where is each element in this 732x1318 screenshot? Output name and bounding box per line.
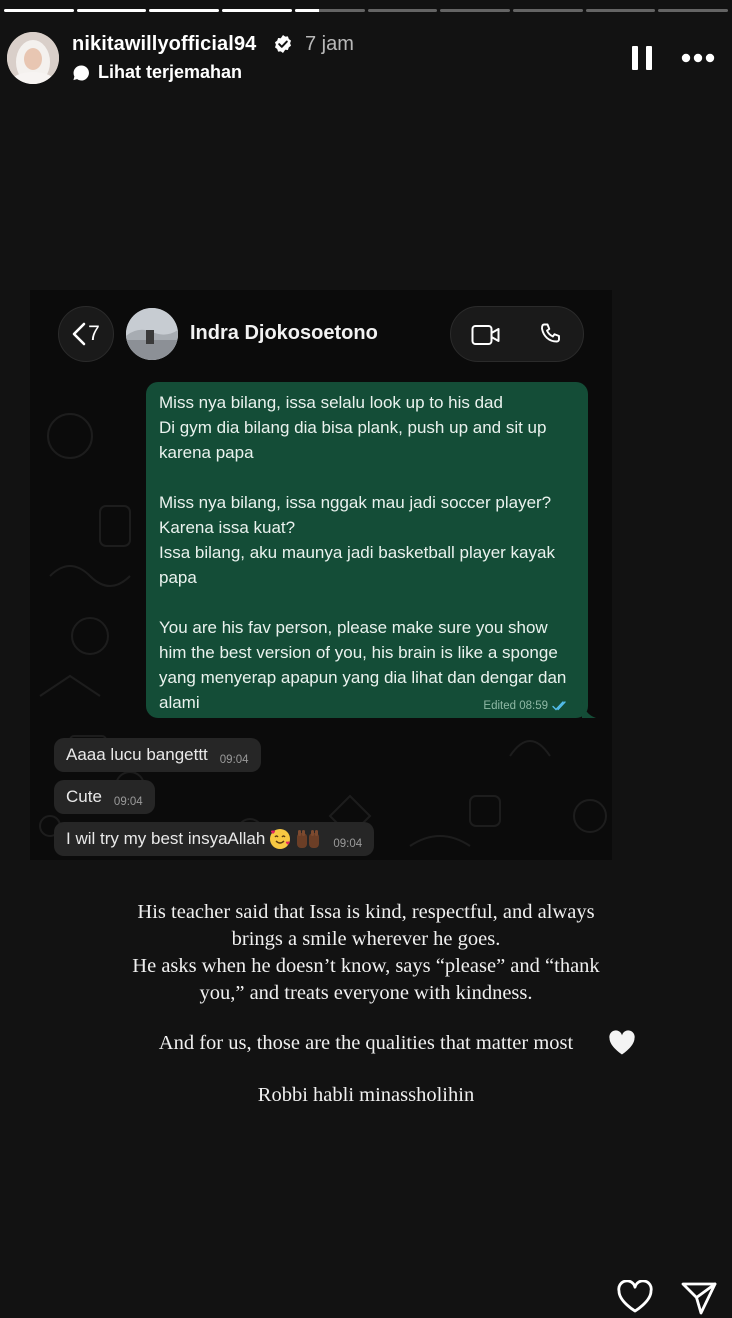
call-actions: [450, 306, 584, 362]
caption-paragraph: His teacher said that Issa is kind, resp…: [40, 899, 692, 1007]
phone-icon[interactable]: [539, 322, 563, 346]
incoming-message-bubble: Aaaa lucu bangettt 09:04: [54, 738, 261, 772]
verified-badge-icon: [275, 35, 291, 53]
caption-line: He asks when he doesn’t know, says “plea…: [132, 955, 600, 977]
see-translation-link[interactable]: Lihat terjemahan: [72, 62, 242, 83]
bubble-tail: [582, 700, 596, 718]
video-call-icon[interactable]: [471, 324, 501, 346]
profile-avatar[interactable]: [7, 32, 59, 84]
send-paper-plane-icon[interactable]: [680, 1280, 718, 1316]
story-progress-segment: [4, 9, 74, 12]
story-progress-fill: [294, 9, 320, 12]
story-progress-fill: [4, 9, 74, 12]
post-time: 7 jam: [305, 33, 354, 55]
back-button[interactable]: 7: [58, 306, 114, 362]
message-meta: Edited 08:59: [483, 700, 568, 712]
story-progress-fill: [222, 9, 292, 12]
story-progress-segment: [367, 9, 438, 12]
story-progress-segment: [222, 9, 292, 12]
praying-hands-emoji-icon: [297, 830, 320, 848]
incoming-message-time: 09:04: [219, 754, 249, 766]
incoming-message-time: 09:04: [113, 796, 143, 808]
chat-screenshot: 7 Indra Djokosoetono Miss nya bilang, is…: [30, 290, 612, 860]
caption-line: And for us, those are the qualities that…: [158, 1032, 574, 1054]
incoming-message-text: Cute: [66, 787, 102, 806]
caption-line: you,” and treats everyone with kindness.: [199, 982, 533, 1004]
story-progress-segment: [658, 9, 729, 12]
story-progress-segment: [440, 9, 510, 12]
story-progress-fill: [149, 9, 220, 12]
story-progress-segment: [585, 9, 656, 12]
incoming-message-bubble: Cute 09:04: [54, 780, 155, 814]
white-heart-emoji-icon: [609, 1030, 635, 1055]
story-progress-segment: [294, 9, 365, 12]
caption-line: brings a smile wherever he goes.: [231, 928, 501, 950]
chevron-left-icon: [72, 322, 86, 346]
pause-icon[interactable]: [632, 46, 652, 70]
smiling-face-with-hearts-emoji-icon: [270, 829, 291, 849]
outgoing-message-text: Miss nya bilang, issa selalu look up to …: [159, 393, 567, 712]
unread-count: 7: [88, 322, 100, 345]
story-progress-segment: [149, 9, 220, 12]
story-progress-fill: [76, 9, 147, 12]
caption-line: Robbi habli minassholihin: [257, 1084, 475, 1106]
story-progress-bar: [4, 9, 729, 12]
story-progress-segment: [76, 9, 147, 12]
incoming-message-text: I wil try my best insyaAllah: [66, 829, 266, 848]
see-translation-label: Lihat terjemahan: [98, 62, 243, 82]
incoming-message-time: 09:04: [333, 838, 363, 850]
story-progress-segment: [512, 9, 583, 12]
caption-line: His teacher said that Issa is kind, resp…: [137, 901, 595, 923]
incoming-message-bubble: I wil try my best insyaAllah 09:04: [54, 822, 375, 856]
incoming-message-text: Aaaa lucu bangettt: [66, 745, 208, 764]
translate-bubble-icon: [73, 64, 89, 80]
edited-time: Edited 08:59: [483, 700, 548, 712]
more-options-icon[interactable]: [680, 52, 716, 64]
username[interactable]: nikitawillyofficial94: [72, 33, 256, 56]
heart-outline-icon[interactable]: [616, 1280, 654, 1314]
contact-name[interactable]: Indra Djokosoetono: [190, 322, 378, 345]
read-ticks-icon: [552, 701, 566, 711]
outgoing-message-bubble: Miss nya bilang, issa selalu look up to …: [146, 382, 588, 718]
contact-avatar[interactable]: [126, 308, 178, 360]
incoming-message-row: I wil try my best insyaAllah: [66, 828, 321, 850]
